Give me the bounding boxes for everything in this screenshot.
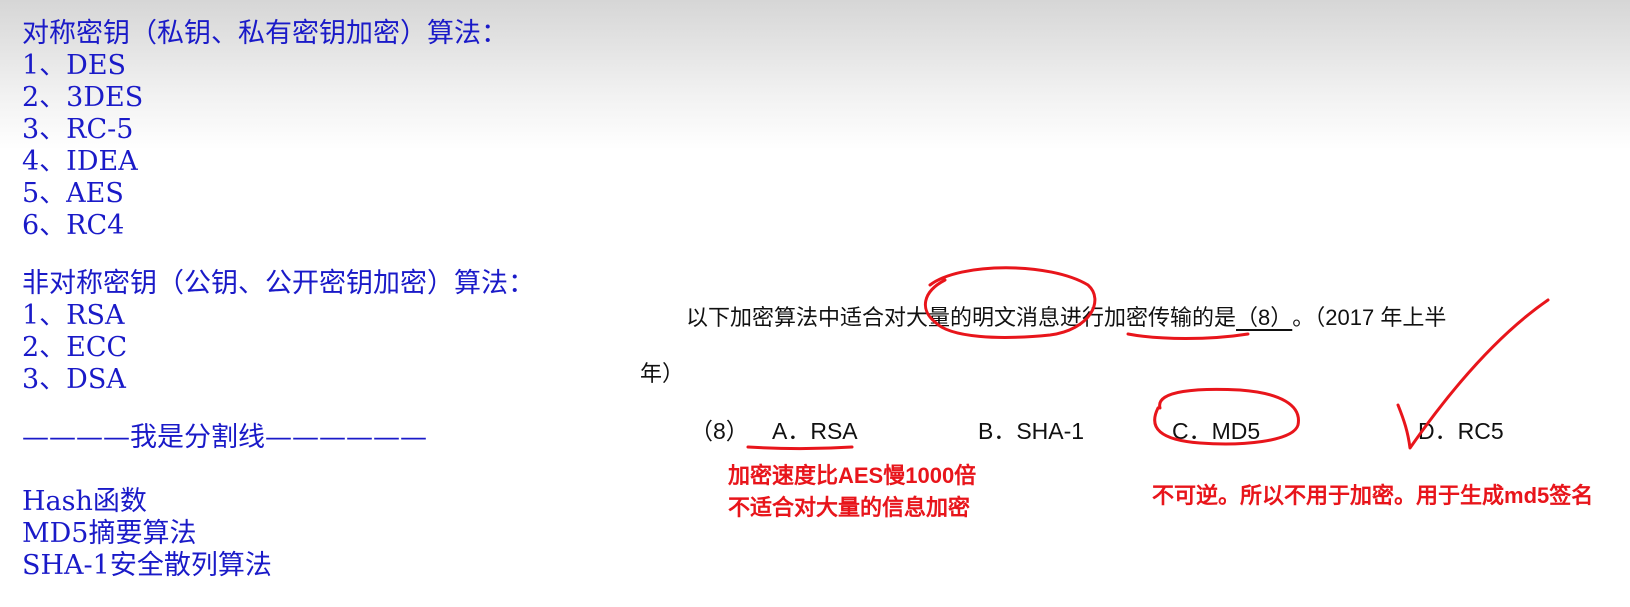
handwritten-ink-layer <box>746 266 1550 450</box>
circle-large-amount <box>924 266 1097 339</box>
circle-md5 <box>1153 387 1300 446</box>
underline-rsa <box>746 445 854 450</box>
checkmark-icon <box>1396 298 1550 450</box>
underline-transmit <box>1126 332 1250 340</box>
